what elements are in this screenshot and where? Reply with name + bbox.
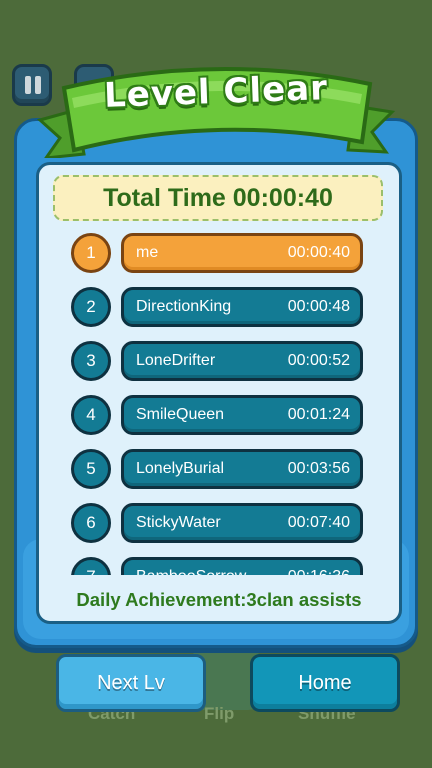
- title-ribbon: Level Clear: [36, 58, 396, 158]
- rank-bar: BambooSorrow 00:16:36: [121, 557, 363, 575]
- results-card: Total Time 00:00:40 1 me 00:00:40 2 Dire…: [36, 162, 402, 624]
- player-name: StickyWater: [136, 514, 221, 531]
- player-time: 00:00:40: [287, 244, 350, 261]
- rank-bar: LonelyBurial 00:03:56: [121, 449, 363, 489]
- player-name: LoneDrifter: [136, 352, 216, 369]
- player-time: 00:01:24: [287, 406, 350, 423]
- player-time: 00:00:48: [287, 298, 350, 315]
- rank-badge: 2: [71, 287, 111, 327]
- leaderboard-row: 4 SmileQueen 00:01:24: [39, 395, 399, 437]
- player-time: 00:16:36: [288, 560, 350, 575]
- home-button[interactable]: Home: [250, 654, 400, 712]
- rank-badge: 3: [71, 341, 111, 381]
- rank-bar: DirectionKing 00:00:48: [121, 287, 363, 327]
- leaderboard-row: 6 StickyWater 00:07:40: [39, 503, 399, 545]
- next-level-button[interactable]: Next Lv: [56, 654, 206, 712]
- player-time: 00:07:40: [287, 514, 350, 531]
- leaderboard-row: 3 LoneDrifter 00:00:52: [39, 341, 399, 383]
- player-name: LonelyBurial: [136, 460, 225, 477]
- player-name: BambooSorrow: [136, 560, 246, 575]
- rank-bar: StickyWater 00:07:40: [121, 503, 363, 543]
- leaderboard-row: 5 LonelyBurial 00:03:56: [39, 449, 399, 491]
- daily-achievement: Daily Achievement:3clan assists: [76, 589, 362, 610]
- rank-bar: LoneDrifter 00:00:52: [121, 341, 363, 381]
- rank-bar: SmileQueen 00:01:24: [121, 395, 363, 435]
- leaderboard-row: 2 DirectionKing 00:00:48: [39, 287, 399, 329]
- rank-badge: 4: [71, 395, 111, 435]
- leaderboard-list[interactable]: 1 me 00:00:40 2 DirectionKing 00:00:48 3…: [39, 233, 399, 575]
- rank-badge: 7: [71, 557, 111, 575]
- player-time: 00:03:56: [287, 460, 350, 477]
- leaderboard-row: 1 me 00:00:40: [39, 233, 399, 275]
- leaderboard-row: 7 BambooSorrow 00:16:36: [39, 557, 399, 575]
- flip-label: Flip: [204, 704, 235, 723]
- rank-badge: 1: [71, 233, 111, 273]
- rank-badge: 5: [71, 449, 111, 489]
- player-name: SmileQueen: [136, 406, 225, 423]
- player-name: me: [136, 244, 159, 261]
- total-time-box: Total Time 00:00:40: [53, 175, 383, 221]
- player-name: DirectionKing: [136, 298, 232, 315]
- player-time: 00:00:52: [287, 352, 350, 369]
- rank-badge: 6: [71, 503, 111, 543]
- rank-bar: me 00:00:40: [121, 233, 363, 273]
